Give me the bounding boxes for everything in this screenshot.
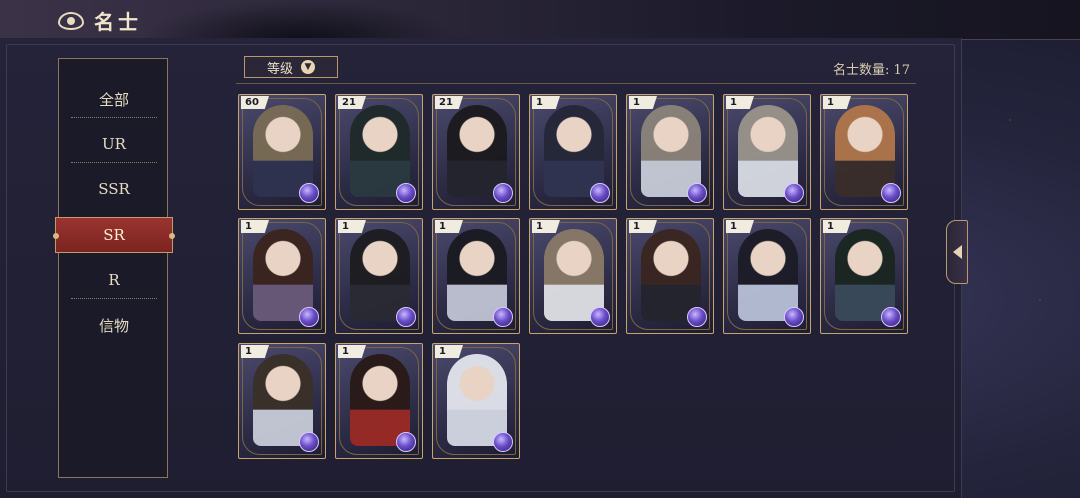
menu-item-ur[interactable]: UR [59, 126, 169, 162]
sort-dropdown[interactable]: 等级 ▼ [244, 56, 338, 78]
menu-divider [71, 298, 157, 299]
level-badge: 1 [435, 345, 463, 358]
element-orb-icon [590, 183, 610, 203]
header-bar: 名士 [0, 0, 1080, 40]
element-orb-icon [299, 183, 319, 203]
hero-card[interactable]: 1 [335, 343, 423, 459]
header-decoration [140, 0, 460, 40]
page-title: 名士 [94, 10, 142, 34]
menu-item-label: SSR [98, 180, 130, 198]
level-badge: 1 [823, 220, 851, 233]
element-orb-icon [396, 183, 416, 203]
element-orb-icon [881, 307, 901, 327]
hero-card[interactable]: 1 [529, 94, 617, 210]
hero-card[interactable]: 1 [723, 218, 811, 334]
hero-card[interactable]: 1 [529, 218, 617, 334]
level-badge: 1 [532, 96, 560, 109]
level-badge: 1 [726, 220, 754, 233]
hero-card[interactable]: 1 [723, 94, 811, 210]
hero-card[interactable]: 1 [238, 343, 326, 459]
hero-count: 名士数量: 17 [832, 63, 910, 78]
level-badge: 1 [241, 345, 269, 358]
element-orb-icon [493, 432, 513, 452]
hero-card[interactable]: 1 [335, 218, 423, 334]
mask-icon [58, 11, 84, 30]
menu-item-label: 信物 [98, 316, 129, 335]
menu-item-ssr[interactable]: SSR [59, 171, 169, 207]
hero-card[interactable]: 1 [626, 94, 714, 210]
hero-card[interactable]: 1 [820, 94, 908, 210]
level-badge: 1 [241, 220, 269, 233]
element-orb-icon [493, 183, 513, 203]
element-orb-icon [299, 432, 319, 452]
element-orb-icon [396, 307, 416, 327]
element-orb-icon [687, 183, 707, 203]
category-menu: 全部 UR SSR SR R 信物 [53, 58, 175, 478]
hero-card[interactable]: 1 [626, 218, 714, 334]
hero-card[interactable]: 1 [238, 218, 326, 334]
level-badge: 21 [338, 96, 366, 109]
hero-card[interactable]: 60 [238, 94, 326, 210]
divider-line [236, 83, 916, 84]
level-badge: 1 [532, 220, 560, 233]
element-orb-icon [590, 307, 610, 327]
level-badge: 21 [435, 96, 463, 109]
level-badge: 60 [241, 96, 269, 109]
chevron-down-icon: ▼ [301, 60, 315, 74]
menu-item-token[interactable]: 信物 [59, 307, 169, 343]
menu-item-label: UR [102, 135, 126, 153]
menu-item-all[interactable]: 全部 [59, 81, 169, 117]
element-orb-icon [299, 307, 319, 327]
hero-card[interactable]: 1 [432, 343, 520, 459]
menu-divider [71, 117, 157, 118]
level-badge: 1 [823, 96, 851, 109]
level-badge: 1 [338, 220, 366, 233]
sort-dropdown-label: 等级 [266, 61, 293, 77]
menu-item-r[interactable]: R [59, 262, 169, 298]
header-title-group[interactable]: 名士 [58, 6, 142, 35]
menu-item-sr[interactable]: SR [53, 217, 175, 253]
menu-item-label: SR [103, 226, 125, 244]
expand-panel-tab[interactable] [946, 220, 968, 284]
element-orb-icon [687, 307, 707, 327]
hero-card[interactable]: 1 [432, 218, 520, 334]
menu-divider [71, 162, 157, 163]
hero-card[interactable]: 1 [820, 218, 908, 334]
element-orb-icon [784, 307, 804, 327]
element-orb-icon [784, 183, 804, 203]
level-badge: 1 [726, 96, 754, 109]
element-orb-icon [396, 432, 416, 452]
level-badge: 1 [629, 96, 657, 109]
level-badge: 1 [629, 220, 657, 233]
hero-card[interactable]: 21 [432, 94, 520, 210]
menu-item-label: 全部 [98, 90, 129, 109]
arrow-left-icon [952, 245, 962, 259]
element-orb-icon [881, 183, 901, 203]
level-badge: 1 [338, 345, 366, 358]
element-orb-icon [493, 307, 513, 327]
menu-item-label: R [108, 271, 120, 289]
level-badge: 1 [435, 220, 463, 233]
hero-card[interactable]: 21 [335, 94, 423, 210]
